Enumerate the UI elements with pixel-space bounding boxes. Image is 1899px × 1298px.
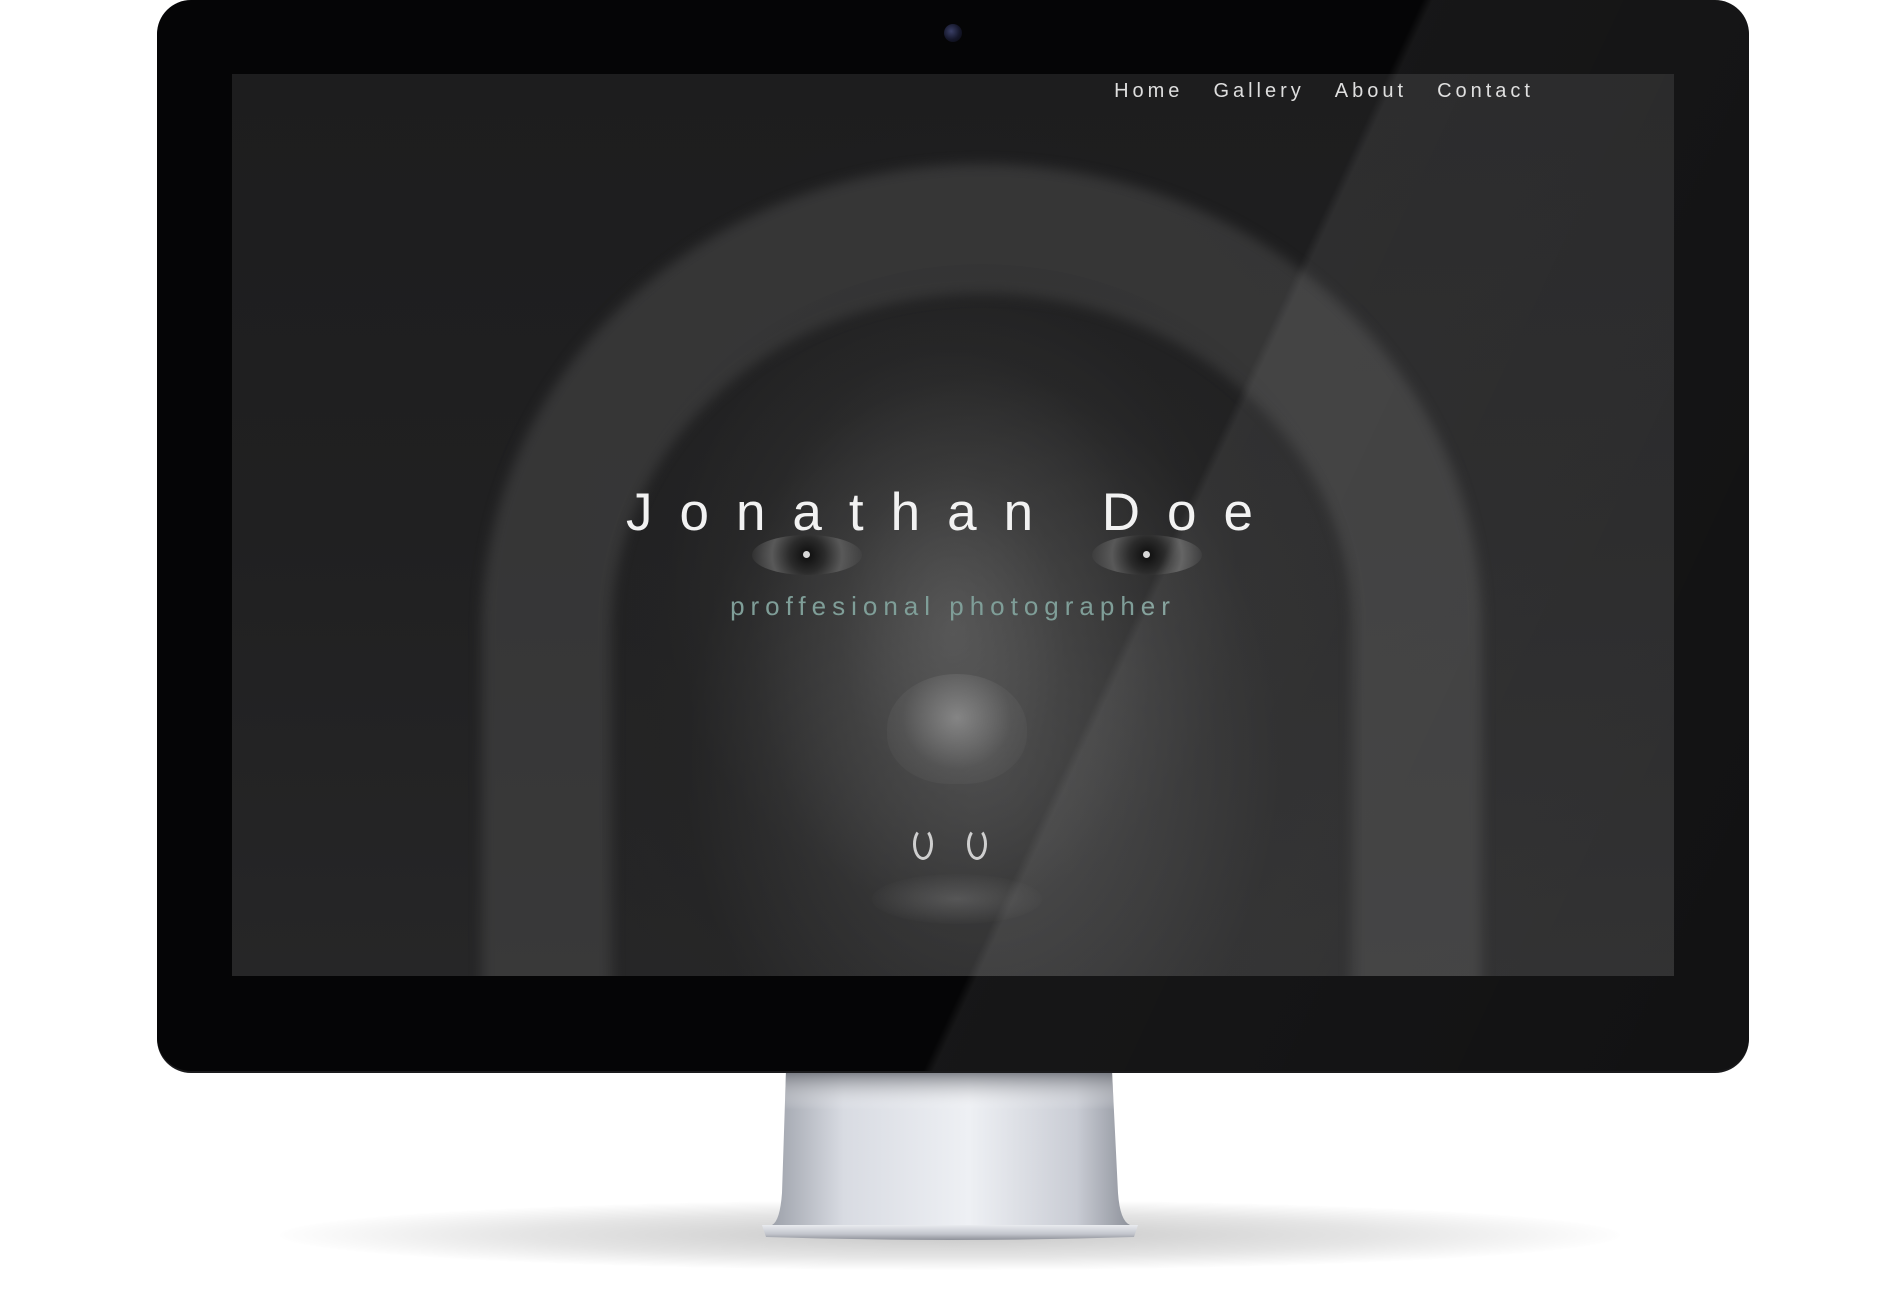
nose	[887, 674, 1027, 784]
nose-ring-left	[913, 828, 933, 860]
stand-graphic	[762, 1071, 1138, 1240]
nose-ring-right	[967, 828, 987, 860]
webcam-icon	[944, 24, 962, 42]
monitor-stand	[760, 1071, 1140, 1241]
nav-contact-link[interactable]: Contact	[1437, 80, 1534, 103]
lips	[872, 874, 1042, 924]
monitor-bezel: Home Gallery About Contact Jonathan Doe …	[157, 0, 1749, 1071]
hero-title: Jonathan Doe	[625, 483, 1281, 542]
nav-home-link[interactable]: Home	[1114, 80, 1183, 103]
nav-gallery-link[interactable]: Gallery	[1213, 80, 1304, 103]
website-screen: Home Gallery About Contact Jonathan Doe …	[232, 74, 1674, 976]
hero-subtitle: proffesional photographer	[730, 591, 1176, 621]
nav-about-link[interactable]: About	[1335, 80, 1407, 103]
main-nav: Home Gallery About Contact	[1114, 80, 1534, 103]
mockup-stage: Home Gallery About Contact Jonathan Doe …	[0, 0, 1899, 1298]
